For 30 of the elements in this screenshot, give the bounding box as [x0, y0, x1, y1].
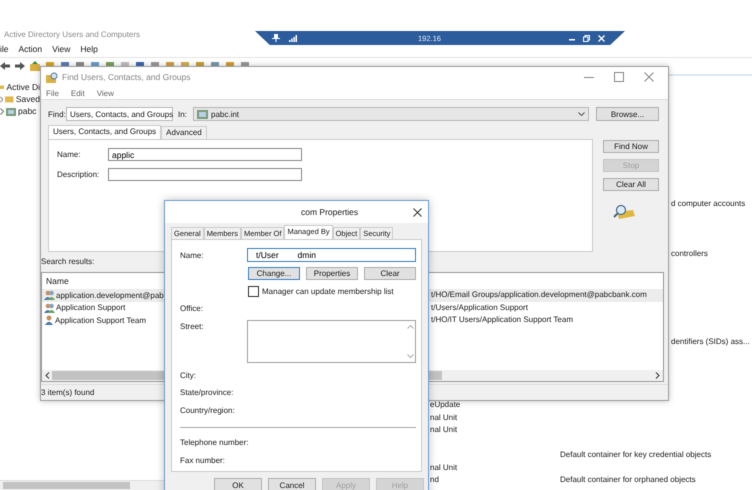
- field-label: State/province:: [180, 388, 234, 398]
- field-label: Name:: [180, 250, 205, 260]
- description-cell-text: Default container for orphaned objects: [560, 474, 696, 486]
- name-cell: eUpdate: [430, 400, 460, 409]
- find-label: Find:: [48, 110, 66, 118]
- name-cell: nal Unit: [430, 462, 458, 472]
- description-cell-text: dentifiers (SIDs) ass...: [671, 336, 750, 348]
- field-label: Fax number:: [180, 456, 225, 466]
- window-title: Active Directory Users and Computers: [3, 29, 140, 41]
- name-cell: nal Unit: [430, 412, 458, 422]
- field-label: Office:: [180, 304, 203, 314]
- name-cell: nd: [430, 475, 439, 484]
- field-label: Street:: [180, 321, 205, 333]
- description-cell-text: d computer accounts: [671, 198, 746, 210]
- window-title: Find Users, Contacts, and Groups: [62, 72, 191, 82]
- name-cell: application.development@pab: [56, 290, 164, 300]
- field-label: Description:: [57, 170, 100, 179]
- field-label: Country/region:: [180, 406, 235, 416]
- field-label: Name:: [57, 150, 82, 159]
- description-cell-text: Default container for key credential objects: [560, 449, 712, 461]
- field-label: City:: [180, 371, 196, 381]
- window-title: com Properties: [301, 207, 358, 217]
- field-label: Telephone number:: [180, 438, 248, 448]
- status-text: 3 item(s) found: [41, 388, 94, 396]
- name-cell: Application Support Team: [55, 316, 146, 325]
- in-label: In:: [178, 110, 188, 118]
- search-results-label: Search results:: [41, 257, 96, 267]
- name-cell: Application Support: [56, 303, 126, 312]
- description-cell-text: controllers: [671, 248, 708, 260]
- name-cell: nal Unit: [430, 425, 458, 434]
